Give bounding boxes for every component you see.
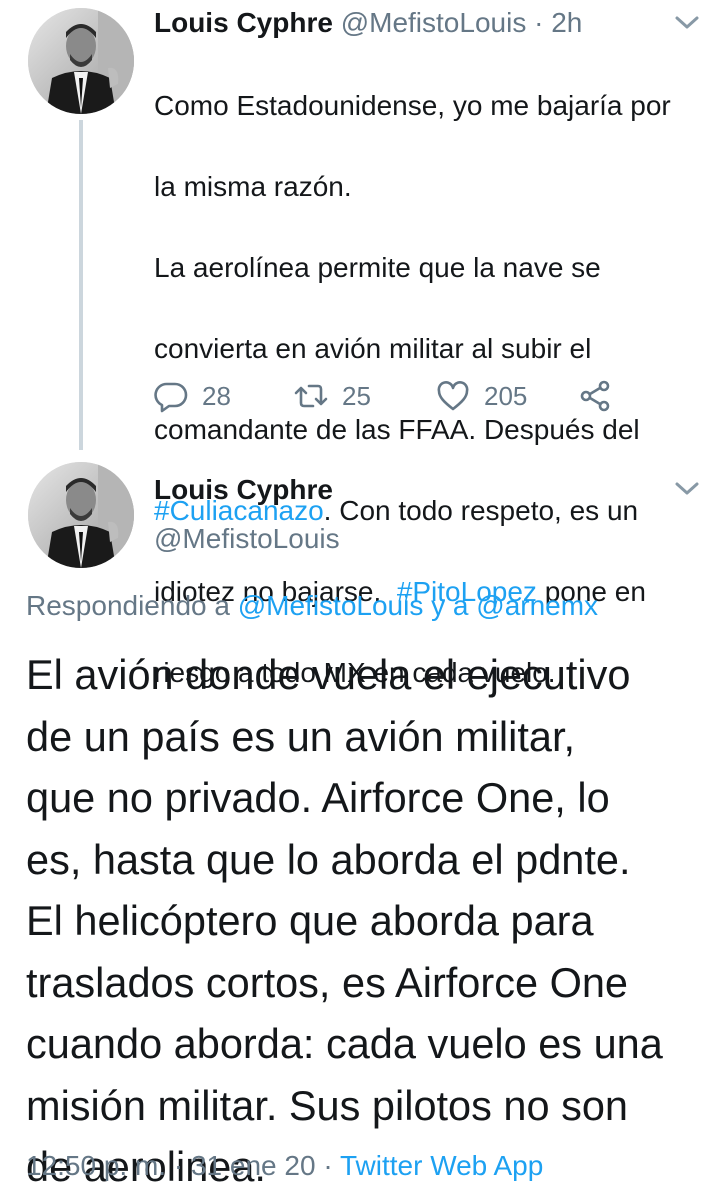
tweet-text-line: cuando aborda: cada vuelo es una: [26, 1020, 663, 1067]
replying-to: Respondiendo a @MefistoLouis y a @arnemx: [26, 590, 598, 622]
thread-line: [79, 120, 83, 450]
reply-button[interactable]: 28: [154, 374, 231, 418]
author-handle[interactable]: @MefistoLouis: [154, 523, 340, 555]
tweet-text-line: de un país es un avión militar,: [26, 712, 576, 760]
retweet-icon: [294, 379, 328, 413]
tweet-actions: 28 25 205: [154, 374, 634, 418]
author-name[interactable]: Louis Cyphre: [154, 474, 333, 506]
retweet-button[interactable]: 25: [294, 374, 371, 418]
separator-dot: ·: [166, 1150, 191, 1181]
like-count: 205: [484, 380, 528, 411]
avatar[interactable]: [28, 462, 134, 568]
tweet-text-span: . Con todo respeto, es un: [323, 494, 639, 526]
share-icon: [578, 379, 612, 413]
tweet-text-line: convierta en avión militar al subir el: [154, 332, 592, 364]
author-name[interactable]: Louis Cyphre: [154, 7, 333, 38]
tweet-header: Louis Cyphre @MefistoLouis · 2h: [154, 6, 582, 40]
tweet-text-line: La aerolínea permite que la nave se: [154, 251, 601, 283]
replying-conjunction: y a: [423, 590, 477, 621]
tweet-date[interactable]: 31 ene 20: [191, 1150, 316, 1181]
separator-dot: ·: [534, 7, 544, 38]
retweet-count: 25: [342, 380, 371, 411]
avatar[interactable]: [28, 8, 134, 114]
mention-link[interactable]: @MefistoLouis: [238, 590, 424, 621]
tweet-time[interactable]: 2h: [551, 7, 582, 38]
like-button[interactable]: 205: [436, 374, 527, 418]
tweet-timestamp[interactable]: 12:50 p. m.: [26, 1150, 166, 1181]
reply-icon: [154, 379, 188, 413]
tweet-text-line: El avión donde vuela el ejecutivo: [26, 651, 631, 698]
mention-link[interactable]: @arnemx: [476, 590, 598, 621]
author-handle[interactable]: @MefistoLouis: [341, 7, 527, 38]
tweet-text-line: Como Estadounidense, yo me bajaría por: [154, 89, 671, 121]
separator-dot: ·: [315, 1150, 340, 1181]
tweet-text-line: misión militar. Sus pilotos no son: [26, 1081, 629, 1129]
chevron-down-icon[interactable]: [672, 478, 702, 500]
heart-icon: [436, 379, 470, 413]
tweet-text: El avión donde vuela el ejecutivo de un …: [26, 644, 716, 1198]
chevron-down-icon[interactable]: [672, 12, 702, 34]
tweet-meta: 12:50 p. m. · 31 ene 20 · Twitter Web Ap…: [26, 1150, 543, 1182]
reply-count: 28: [202, 380, 231, 411]
share-button[interactable]: [578, 374, 612, 418]
tweet-text-line: traslados cortos, es Airforce One: [26, 958, 629, 1006]
tweet-text-line: El helicóptero que aborda para: [26, 897, 594, 944]
tweet-text-line: la misma razón.: [154, 170, 352, 202]
tweet-text-line: que no privado. Airforce One, lo: [26, 774, 610, 821]
tweet-text-line: es, hasta que lo aborda el pdnte.: [26, 835, 631, 883]
source-link[interactable]: Twitter Web App: [340, 1150, 543, 1181]
replying-prefix: Respondiendo a: [26, 590, 238, 621]
